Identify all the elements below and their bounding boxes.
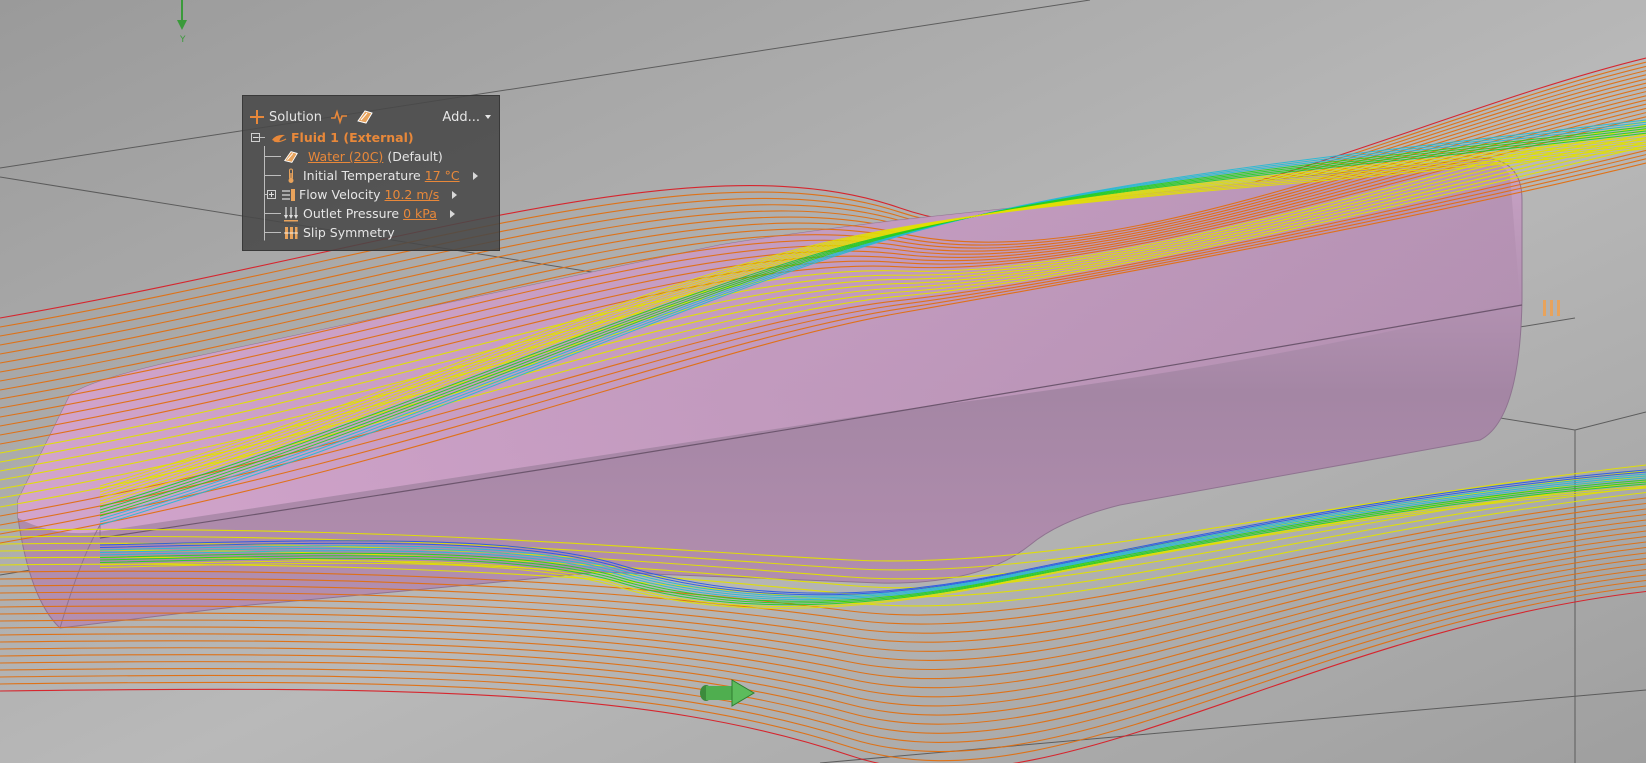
tree-item-slip-symmetry[interactable]: Slip Symmetry — [283, 223, 395, 242]
simulation-setup-panel: Solution Add... Fluid 1 (External) Water… — [242, 95, 500, 251]
flow-direction-arrow-icon[interactable] — [698, 676, 758, 708]
solution-button[interactable]: Solution — [249, 109, 322, 125]
outlet-pressure-value-link[interactable]: 0 kPa — [403, 206, 437, 221]
material-link[interactable]: Water (20C) — [308, 149, 383, 164]
slip-symmetry-label: Slip Symmetry — [303, 225, 395, 240]
3d-viewport[interactable]: Y Solution Add... Fluid 1 (External) Wat… — [0, 0, 1646, 763]
fluid-label: Fluid 1 (External) — [291, 130, 414, 145]
material-icon — [284, 150, 298, 163]
plus-icon — [249, 109, 265, 125]
material-default-label: (Default) — [387, 149, 443, 164]
initial-temperature-label: Initial Temperature — [303, 168, 421, 183]
expand-arrow-icon[interactable] — [449, 209, 455, 218]
panel-toolbar: Solution Add... — [249, 107, 495, 127]
add-label: Add... — [442, 109, 480, 125]
flow-velocity-label: Flow Velocity — [299, 187, 381, 202]
expand-arrow-icon[interactable] — [472, 171, 478, 180]
collapse-fluid-toggle[interactable] — [251, 133, 260, 142]
slip-symmetry-icon — [284, 226, 298, 239]
material-icon[interactable] — [356, 109, 374, 125]
outlet-pressure-label: Outlet Pressure — [303, 206, 400, 221]
expand-flow-velocity-toggle[interactable] — [267, 190, 276, 199]
y-axis-label: Y — [180, 35, 186, 45]
thermometer-icon — [288, 168, 294, 183]
tree-item-material[interactable]: Water (20C) (Default) — [283, 147, 443, 166]
outlet-boundary-icon[interactable] — [1540, 297, 1566, 319]
monitor-icon[interactable] — [330, 109, 348, 125]
fluid-icon — [272, 134, 287, 142]
tree-item-fluid[interactable]: Fluid 1 (External) — [251, 128, 414, 147]
tree-item-outlet-pressure[interactable]: Outlet Pressure 0 kPa — [283, 204, 455, 223]
tree-item-initial-temperature[interactable]: Initial Temperature 17 °C — [283, 166, 478, 185]
solution-label: Solution — [269, 109, 322, 125]
flow-velocity-icon — [282, 188, 295, 201]
add-dropdown-button[interactable]: Add... — [442, 110, 491, 125]
initial-temperature-value-link[interactable]: 17 °C — [425, 168, 460, 183]
outlet-pressure-icon — [284, 206, 298, 221]
tree-item-flow-velocity[interactable]: Flow Velocity 10.2 m/s — [267, 185, 458, 204]
caret-down-icon — [485, 115, 491, 119]
expand-arrow-icon[interactable] — [452, 190, 458, 199]
flow-velocity-value-link[interactable]: 10.2 m/s — [385, 187, 440, 202]
